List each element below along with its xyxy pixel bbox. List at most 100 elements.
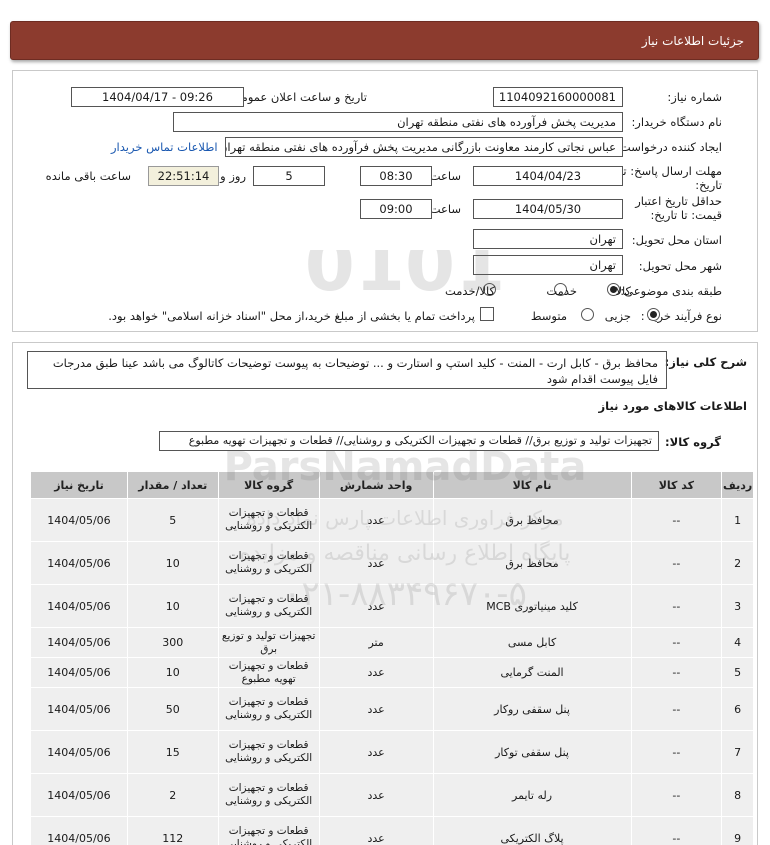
unit-cell: عدد	[318, 657, 434, 688]
need-number-field: 1104092160000081	[493, 87, 623, 107]
date-cell: 1404/05/06	[30, 584, 128, 628]
row-number-cell: 8	[721, 773, 754, 817]
process-minor-radio[interactable]	[647, 308, 660, 321]
treasury-payment-note: پرداخت تمام یا بخشی از مبلغ خرید،از محل …	[108, 309, 475, 323]
quantity-cell: 5	[126, 498, 219, 542]
table-row: 4 -- کابل مسی متر تجهیزات تولید و توزیع برق 3…	[30, 627, 754, 658]
col-header-group: گروه کالا	[217, 471, 320, 499]
process-minor-label: جزیی	[604, 309, 631, 323]
goods-panel: شرح کلی نیاز: محافظ برق - کابل ارت - الم…	[12, 342, 758, 845]
date-cell: 1404/05/06	[30, 773, 128, 817]
code-cell: --	[630, 627, 723, 658]
code-cell: --	[630, 498, 723, 542]
city-label: شهر محل تحویل:	[638, 259, 722, 273]
name-cell: پنل سقفی توکار	[432, 730, 632, 774]
goods-group-label: گروه کالا:	[665, 435, 721, 449]
city-field: تهران	[473, 255, 623, 275]
buyer-field: مدیریت پخش فرآورده های نفتی منطقه تهران	[173, 112, 623, 132]
row-number-cell: 5	[721, 657, 754, 688]
category-goods-label: کالا	[615, 284, 631, 298]
date-cell: 1404/05/06	[30, 816, 128, 845]
validity-date-field: 1404/05/30	[473, 199, 623, 219]
group-cell: قطعات و تجهیزات الکتریکی و روشنایی	[217, 773, 320, 817]
date-cell: 1404/05/06	[30, 541, 128, 585]
unit-cell: عدد	[318, 584, 434, 628]
need-details-panel: شماره نیاز: 1104092160000081 تاریخ و ساع…	[12, 70, 758, 332]
row-number-cell: 3	[721, 584, 754, 628]
name-cell: محافظ برق	[432, 541, 632, 585]
announce-label: تاریخ و ساعت اعلان عمومی:	[228, 90, 367, 104]
date-cell: 1404/05/06	[30, 627, 128, 658]
quantity-cell: 300	[126, 627, 219, 658]
group-cell: تجهیزات تولید و توزیع برق	[217, 627, 320, 658]
category-label: طبقه بندی موضوعی:	[620, 284, 722, 298]
remaining-label: ساعت باقی مانده	[45, 169, 131, 183]
name-cell: المنت گرمایی	[432, 657, 632, 688]
quantity-cell: 2	[126, 773, 219, 817]
col-header-row-number: ردیف	[721, 471, 754, 499]
group-cell: قطعات و تجهیزات الکتریکی و روشنایی	[217, 541, 320, 585]
announce-datetime-field: 1404/04/17 - 09:26	[71, 87, 244, 107]
row-number-cell: 6	[721, 687, 754, 731]
unit-cell: عدد	[318, 773, 434, 817]
unit-cell: عدد	[318, 730, 434, 774]
creator-label: ایجاد کننده درخواست:	[616, 140, 722, 154]
unit-cell: عدد	[318, 816, 434, 845]
name-cell: پنل سقفی روکار	[432, 687, 632, 731]
goods-table: ردیف کد کالا نام کالا واحد شمارش گروه کا…	[30, 471, 754, 845]
validity-label-2: قیمت: تا تاریخ:	[650, 208, 722, 222]
process-medium-label: متوسط	[530, 309, 567, 323]
code-cell: --	[630, 584, 723, 628]
table-row: 5 -- المنت گرمایی عدد قطعات و تجهیزات تهویه …	[30, 657, 754, 688]
need-number-label: شماره نیاز:	[667, 90, 722, 104]
name-cell: رله تایمر	[432, 773, 632, 817]
goods-section-title: اطلاعات کالاهای مورد نیاز	[598, 399, 747, 413]
name-cell: کابل مسی	[432, 627, 632, 658]
remaining-time-field: 22:51:14	[148, 166, 219, 186]
group-cell: قطعات و تجهیزات الکتریکی و روشنایی	[217, 498, 320, 542]
page-title-bar: جزئیات اطلاعات نیاز	[10, 21, 759, 60]
row-number-cell: 7	[721, 730, 754, 774]
date-cell: 1404/05/06	[30, 687, 128, 731]
col-header-date: تاریخ نیاز	[30, 471, 128, 499]
unit-cell: عدد	[318, 687, 434, 731]
col-header-code: کد کالا	[630, 471, 723, 499]
row-number-cell: 9	[721, 816, 754, 845]
code-cell: --	[630, 657, 723, 688]
buyer-contact-link[interactable]: اطلاعات تماس خریدار	[111, 140, 218, 154]
quantity-cell: 10	[126, 584, 219, 628]
deadline-time-label: ساعت	[429, 169, 461, 183]
description-box: محافظ برق - کابل ارت - المنت - کلید استپ…	[27, 351, 667, 389]
days-label: روز و	[220, 169, 246, 183]
col-header-name: نام کالا	[432, 471, 632, 499]
row-number-cell: 4	[721, 627, 754, 658]
process-medium-radio[interactable]	[581, 308, 594, 321]
table-row: 8 -- رله تایمر عدد قطعات و تجهیزات الکتریکی …	[30, 773, 754, 817]
quantity-cell: 15	[126, 730, 219, 774]
deadline-date-field: 1404/04/23	[473, 166, 623, 186]
code-cell: --	[630, 687, 723, 731]
category-goods-service-label: کالا/خدمت	[444, 284, 495, 298]
deadline-label-2: تاریخ:	[695, 178, 722, 192]
table-row: 9 -- پلاگ الکتریکی عدد قطعات و تجهیزات الکتر…	[30, 816, 754, 845]
group-cell: قطعات و تجهیزات تهویه مطبوع	[217, 657, 320, 688]
table-row: 2 -- محافظ برق عدد قطعات و تجهیزات الکتریکی …	[30, 541, 754, 585]
days-remaining-field: 5	[253, 166, 325, 186]
validity-label-1: حداقل تاریخ اعتبار	[635, 194, 722, 208]
creator-field: عباس نجاتی کارمند معاونت بازرگانی مدیریت…	[225, 137, 623, 157]
table-row: 7 -- پنل سقفی توکار عدد قطعات و تجهیزات الکت…	[30, 730, 754, 774]
treasury-payment-checkbox[interactable]	[480, 307, 494, 321]
date-cell: 1404/05/06	[30, 730, 128, 774]
page-title: جزئیات اطلاعات نیاز	[641, 34, 744, 48]
group-cell: قطعات و تجهیزات الکتریکی و روشنایی	[217, 687, 320, 731]
row-number-cell: 2	[721, 541, 754, 585]
validity-time-field: 09:00	[360, 199, 432, 219]
province-field: تهران	[473, 229, 623, 249]
unit-cell: متر	[318, 627, 434, 658]
goods-group-field: تجهیزات تولید و توزیع برق// قطعات و تجهی…	[159, 431, 659, 451]
name-cell: پلاگ الکتریکی	[432, 816, 632, 845]
validity-time-label: ساعت	[429, 202, 461, 216]
quantity-cell: 50	[126, 687, 219, 731]
table-row: 6 -- پنل سقفی روکار عدد قطعات و تجهیزات الکت…	[30, 687, 754, 731]
quantity-cell: 112	[126, 816, 219, 845]
